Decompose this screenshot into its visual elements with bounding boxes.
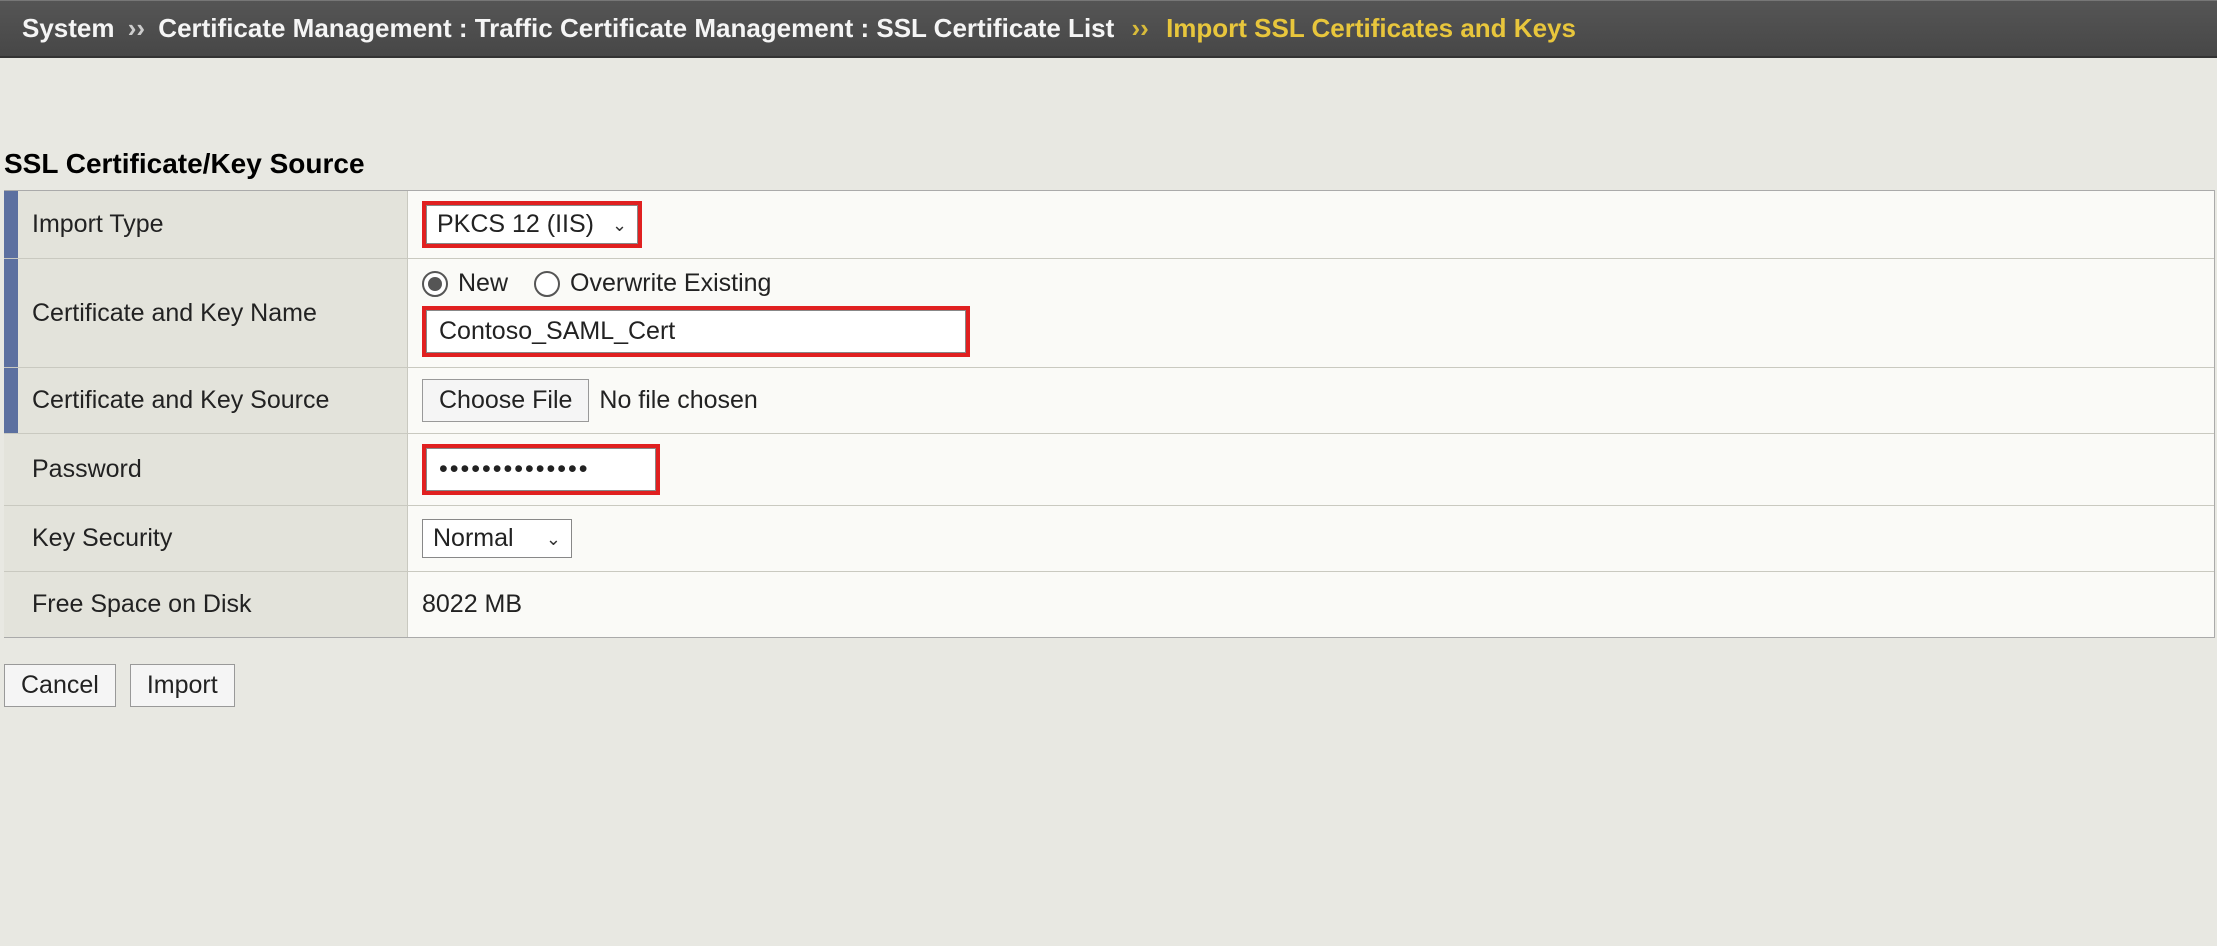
radio-overwrite-label: Overwrite Existing (570, 269, 771, 298)
highlight-password: •••••••••••••• (422, 444, 660, 495)
password-value: •••••••••••••• (439, 455, 590, 484)
import-type-value: PKCS 12 (IIS) (437, 210, 594, 239)
row-import-type: Import Type PKCS 12 (IIS) ⌄ (4, 191, 2214, 258)
breadcrumb-separator: ›› (128, 13, 145, 43)
footer-buttons: Cancel Import (0, 638, 2217, 707)
breadcrumb-separator: ›› (1132, 13, 1149, 43)
highlight-cert-name: Contoso_SAML_Cert (422, 306, 970, 357)
file-chosen-status: No file chosen (599, 386, 757, 415)
cert-name-input[interactable]: Contoso_SAML_Cert (426, 310, 966, 353)
radio-new-label: New (458, 269, 508, 298)
cancel-button[interactable]: Cancel (4, 664, 116, 707)
row-indicator (4, 572, 18, 637)
breadcrumb-root[interactable]: System (22, 13, 115, 43)
label-import-type: Import Type (18, 191, 408, 258)
chevron-down-icon: ⌄ (546, 530, 561, 548)
breadcrumb-path[interactable]: Certificate Management : Traffic Certifi… (158, 13, 1114, 43)
radio-new[interactable] (422, 271, 448, 297)
row-indicator (4, 259, 18, 367)
chevron-down-icon: ⌄ (612, 216, 627, 234)
row-indicator (4, 506, 18, 571)
choose-file-button[interactable]: Choose File (422, 379, 589, 422)
import-button[interactable]: Import (130, 664, 235, 707)
row-key-security: Key Security Normal ⌄ (4, 505, 2214, 571)
row-password: Password •••••••••••••• (4, 433, 2214, 505)
label-cert-key-source: Certificate and Key Source (18, 368, 408, 433)
label-cert-key-name: Certificate and Key Name (18, 259, 408, 367)
radio-overwrite[interactable] (534, 271, 560, 297)
cert-name-value: Contoso_SAML_Cert (439, 317, 675, 346)
breadcrumb-bar: System ›› Certificate Management : Traff… (0, 0, 2217, 58)
free-space-value: 8022 MB (422, 590, 522, 619)
label-password: Password (18, 434, 408, 505)
row-free-space: Free Space on Disk 8022 MB (4, 571, 2214, 637)
import-type-select[interactable]: PKCS 12 (IIS) ⌄ (426, 205, 638, 244)
label-free-space: Free Space on Disk (18, 572, 408, 637)
label-key-security: Key Security (18, 506, 408, 571)
key-security-value: Normal (433, 524, 514, 553)
key-security-select[interactable]: Normal ⌄ (422, 519, 572, 558)
highlight-import-type: PKCS 12 (IIS) ⌄ (422, 201, 642, 248)
form-container: Import Type PKCS 12 (IIS) ⌄ Certificate … (4, 190, 2215, 638)
row-indicator (4, 434, 18, 505)
section-title: SSL Certificate/Key Source (0, 148, 2217, 190)
row-indicator (4, 368, 18, 433)
row-cert-key-name: Certificate and Key Name New Overwrite E… (4, 258, 2214, 367)
breadcrumb-current: Import SSL Certificates and Keys (1166, 13, 1576, 43)
row-indicator (4, 191, 18, 258)
password-input[interactable]: •••••••••••••• (426, 448, 656, 491)
row-cert-key-source: Certificate and Key Source Choose File N… (4, 367, 2214, 433)
